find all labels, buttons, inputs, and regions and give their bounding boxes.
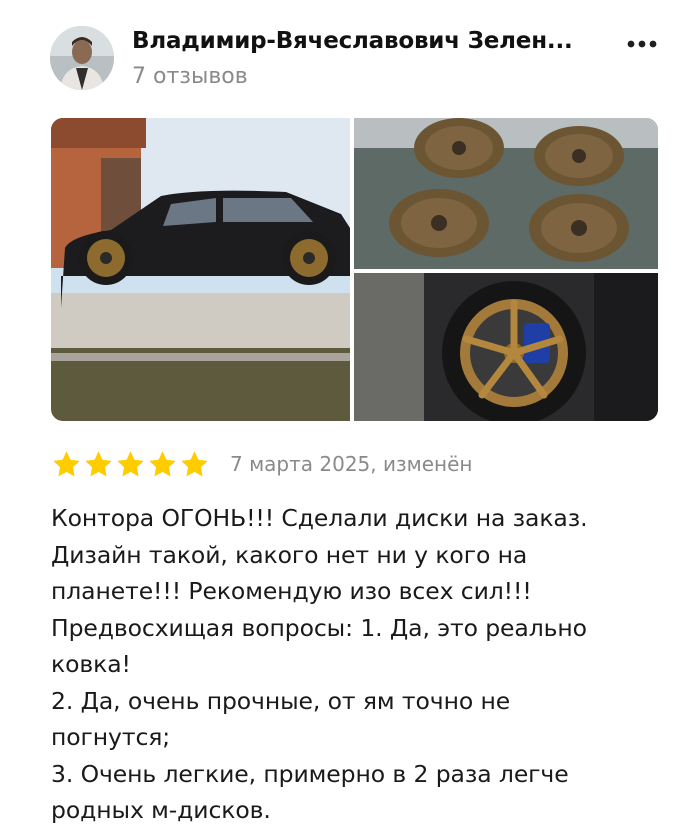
review-text-line: 3. Очень легкие, примерно в 2 раза легче <box>51 759 569 788</box>
review-text-line: планете!!! Рекомендую изо всех сил!!! <box>51 577 532 605</box>
person-avatar-icon <box>50 26 114 90</box>
review-photo-wheel[interactable] <box>354 273 658 421</box>
car-photo-image <box>51 118 350 421</box>
author-reviews-count[interactable]: 7 отзывов <box>132 64 248 89</box>
star-icon <box>85 450 112 476</box>
review-text-line: Контора ОГОНЬ!!! Сделали диски на заказ. <box>51 504 588 532</box>
review-text-line: ковка! <box>51 650 131 678</box>
photo-gallery <box>51 118 658 421</box>
review-text-line: Дизайн такой, какого нет ни у кого на <box>51 540 528 569</box>
review-photo-rims[interactable] <box>354 118 658 269</box>
author-avatar[interactable] <box>50 26 114 90</box>
more-options-button[interactable] <box>624 26 660 62</box>
rating-stars <box>51 449 210 480</box>
review-header: Владимир-Вячеславович Зелен... 7 отзывов <box>50 24 660 94</box>
star-icon <box>181 450 208 476</box>
star-icon <box>149 450 176 476</box>
rating-row: 7 марта 2025, изменён <box>51 446 472 482</box>
author-name[interactable]: Владимир-Вячеславович Зелен... <box>132 28 573 54</box>
review-text-line: 2. Да, очень прочные, от ям точно не <box>51 686 511 715</box>
review-photo-car[interactable] <box>51 118 350 421</box>
more-dots-icon <box>627 40 657 48</box>
rims-photo-image <box>354 118 658 269</box>
review-text-line: Предвосхищая вопросы: 1. Да, это реально <box>51 613 587 642</box>
star-icon <box>117 450 144 476</box>
review-text-line: погнутся; <box>51 723 171 751</box>
review-text-line: родных м-дисков. <box>51 796 271 824</box>
wheel-photo-image <box>354 273 658 421</box>
review-text: Контора ОГОНЬ!!! Сделали диски на заказ.… <box>51 500 661 829</box>
star-icon <box>53 450 80 476</box>
review-date: 7 марта 2025, изменён <box>230 452 473 476</box>
